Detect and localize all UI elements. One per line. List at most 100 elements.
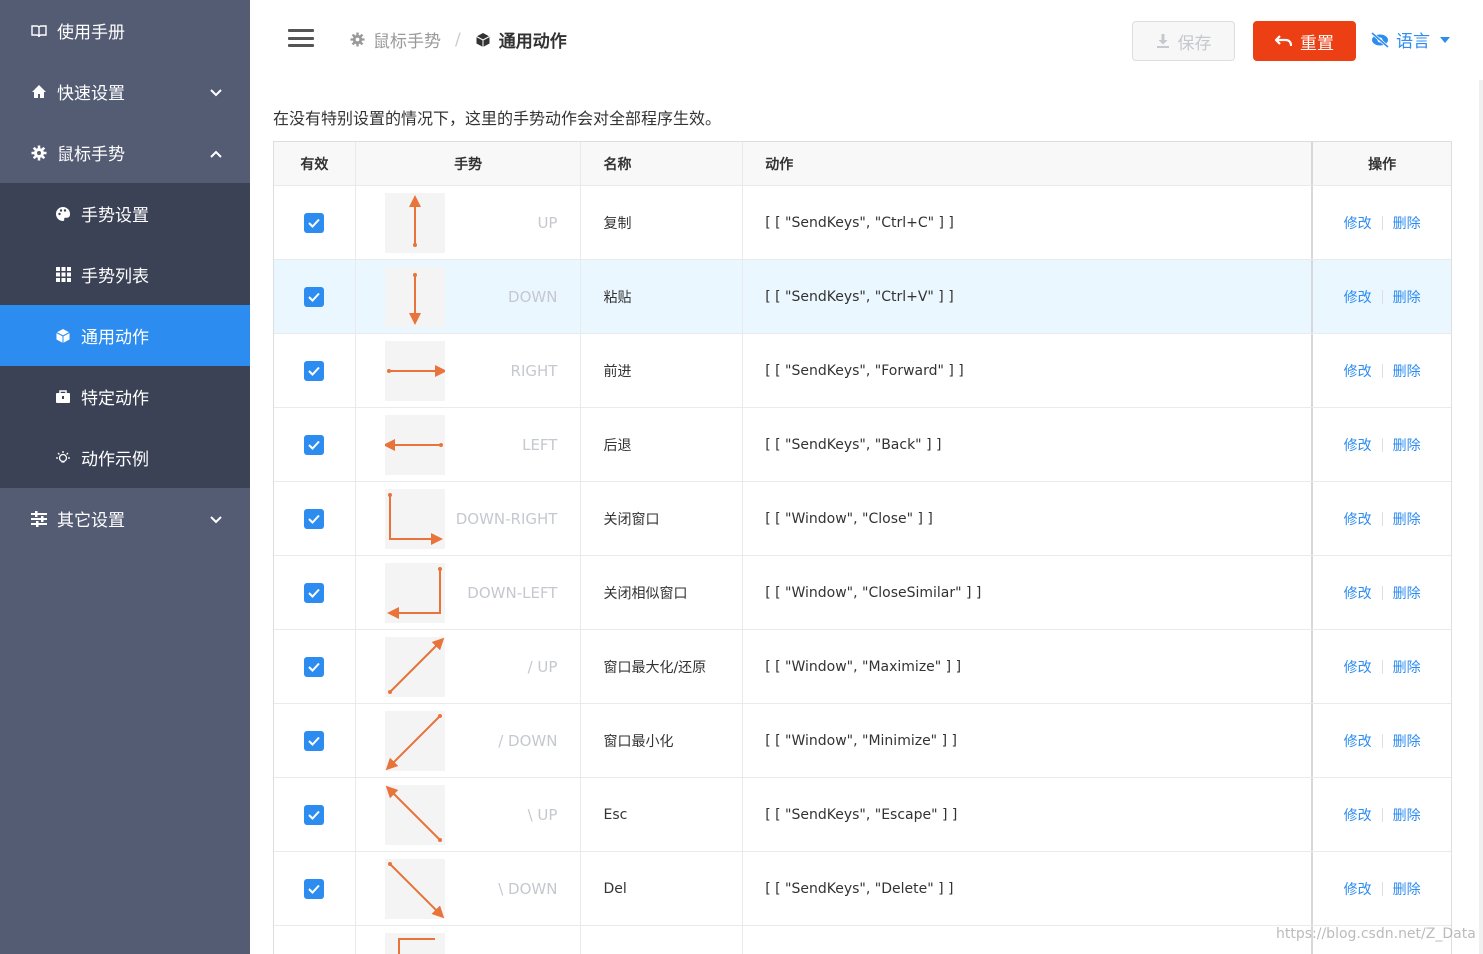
divider xyxy=(1381,585,1383,600)
delete-link[interactable]: 删除 xyxy=(1393,583,1421,603)
edit-link[interactable]: 修改 xyxy=(1344,657,1372,677)
sidebar-item-gesture-list[interactable]: 手势列表 xyxy=(0,244,250,305)
menu-mouse[interactable]: 鼠标手势 xyxy=(0,122,250,183)
enabled-cell xyxy=(274,556,356,629)
delete-link[interactable]: 删除 xyxy=(1393,879,1421,899)
delete-link[interactable]: 删除 xyxy=(1393,361,1421,381)
name-cell xyxy=(581,926,744,954)
action-cell: [ [ "SendKeys", "Forward" ] ] xyxy=(743,334,1314,407)
delete-link[interactable]: 删除 xyxy=(1393,509,1421,529)
divider xyxy=(1381,881,1383,896)
gesture-arrow-down-left-icon xyxy=(384,563,445,623)
scrollbar[interactable] xyxy=(1479,80,1483,954)
enabled-cell xyxy=(274,334,356,407)
content: 在没有特别设置的情况下，这里的手势动作会对全部程序生效。 有效 手势 名称 动作… xyxy=(250,80,1483,954)
edit-link[interactable]: 修改 xyxy=(1344,361,1372,381)
language-dropdown[interactable]: 语言 xyxy=(1370,27,1450,52)
table-row: / UP 窗口最大化/还原[ [ "Window", "Maximize" ] ]… xyxy=(274,630,1451,704)
sidebar-item-common-actions[interactable]: 通用动作 xyxy=(0,305,250,366)
edit-link[interactable]: 修改 xyxy=(1344,509,1372,529)
gesture-name: LEFT xyxy=(522,435,558,454)
name-cell: Del xyxy=(581,852,744,925)
gesture-name: / DOWN xyxy=(498,731,558,750)
divider xyxy=(1381,733,1383,748)
breadcrumb-separator: / xyxy=(455,29,461,50)
chevron-up-icon xyxy=(210,143,222,163)
delete-link[interactable]: 删除 xyxy=(1393,657,1421,677)
save-button[interactable]: 保存 xyxy=(1132,21,1235,61)
name-cell: 关闭相似窗口 xyxy=(581,556,744,629)
operation-cell: 修改 删除 xyxy=(1313,260,1451,333)
delete-link[interactable]: 删除 xyxy=(1393,731,1421,751)
delete-link[interactable]: 删除 xyxy=(1393,213,1421,233)
gesture-cell: \ DOWN xyxy=(356,852,582,925)
delete-link[interactable]: 删除 xyxy=(1393,805,1421,825)
enabled-checkbox[interactable] xyxy=(304,804,325,825)
action-cell: [ [ "Window", "Close" ] ] xyxy=(743,482,1314,555)
name-cell: 复制 xyxy=(581,186,744,259)
table-row: DOWN-RIGHT 关闭窗口[ [ "Window", "Close" ] ] 修… xyxy=(274,482,1451,556)
operation-cell: 修改 删除 xyxy=(1313,704,1451,777)
gesture-name: \ UP xyxy=(527,805,558,824)
menu-quick[interactable]: 快速设置 xyxy=(0,61,250,122)
col-action: 动作 xyxy=(743,142,1314,185)
menu-other[interactable]: 其它设置 xyxy=(0,488,250,549)
table-row: / DOWN 窗口最小化[ [ "Window", "Minimize" ] ] 修… xyxy=(274,704,1451,778)
enabled-checkbox[interactable] xyxy=(304,434,325,455)
gesture-name: DOWN-RIGHT xyxy=(455,509,558,528)
divider xyxy=(1381,289,1383,304)
gesture-arrow-right-icon xyxy=(384,341,447,401)
sliders-icon xyxy=(30,510,48,528)
actions-table: 有效 手势 名称 动作 操作 UP 复制[ [ "SendKeys", "Ctrl… xyxy=(273,141,1452,954)
gear-icon xyxy=(30,144,48,162)
menu-manual[interactable]: 使用手册 xyxy=(0,0,250,61)
cube-icon xyxy=(54,327,72,345)
sidebar-item-action-examples[interactable]: 动作示例 xyxy=(0,427,250,488)
gesture-name: RIGHT xyxy=(510,361,558,380)
edit-link[interactable]: 修改 xyxy=(1344,583,1372,603)
cube-icon xyxy=(475,32,491,48)
sidebar: 使用手册 快速设置 鼠标手势 手势设置 手势列表 通用动作 特定动作 动作示例 … xyxy=(0,0,250,954)
gesture-cell: LEFT xyxy=(356,408,582,481)
reset-button[interactable]: 重置 xyxy=(1253,21,1356,61)
gesture-cell: RIGHT xyxy=(356,334,582,407)
gesture-cell: DOWN-RIGHT xyxy=(356,482,582,555)
breadcrumb-item-mouse[interactable]: 鼠标手势 xyxy=(350,27,441,52)
sidebar-item-gesture-settings[interactable]: 手势设置 xyxy=(0,183,250,244)
edit-link[interactable]: 修改 xyxy=(1344,731,1372,751)
table-row: \ DOWN Del[ [ "SendKeys", "Delete" ] ] 修改 删… xyxy=(274,852,1451,926)
enabled-cell xyxy=(274,186,356,259)
operation-cell: 修改 删除 xyxy=(1313,186,1451,259)
enabled-checkbox[interactable] xyxy=(304,656,325,677)
table-row: UP 复制[ [ "SendKeys", "Ctrl+C" ] ] 修改 删除 xyxy=(274,186,1451,260)
edit-link[interactable]: 修改 xyxy=(1344,287,1372,307)
enabled-checkbox[interactable] xyxy=(304,582,325,603)
action-cell: [ [ "SendKeys", "Back" ] ] xyxy=(743,408,1314,481)
gesture-cell xyxy=(356,926,582,954)
edit-link[interactable]: 修改 xyxy=(1344,879,1372,899)
edit-link[interactable]: 修改 xyxy=(1344,435,1372,455)
enabled-checkbox[interactable] xyxy=(304,878,325,899)
name-cell: 后退 xyxy=(581,408,744,481)
gesture-arrow-bdiag-up-icon xyxy=(384,785,445,845)
enabled-checkbox[interactable] xyxy=(304,508,325,529)
edit-link[interactable]: 修改 xyxy=(1344,213,1372,233)
sidebar-item-specific-actions[interactable]: 特定动作 xyxy=(0,366,250,427)
delete-link[interactable]: 删除 xyxy=(1393,287,1421,307)
language-label: 语言 xyxy=(1396,32,1430,52)
watermark: https://blog.csdn.net/Z_Data xyxy=(1276,926,1476,942)
delete-link[interactable]: 删除 xyxy=(1393,435,1421,455)
hamburger-menu-icon[interactable] xyxy=(288,29,314,47)
menu-other-label: 其它设置 xyxy=(57,511,125,531)
edit-link[interactable]: 修改 xyxy=(1344,805,1372,825)
enabled-checkbox[interactable] xyxy=(304,286,325,307)
menu-manual-label: 使用手册 xyxy=(57,23,125,43)
menu-quick-label: 快速设置 xyxy=(57,84,125,104)
enabled-checkbox[interactable] xyxy=(304,212,325,233)
divider xyxy=(1381,659,1383,674)
action-cell: [ [ "Window", "Minimize" ] ] xyxy=(743,704,1314,777)
main: 鼠标手势 / 通用动作 保存 重置 语言 在没有特别设置的情况下，这里的手势动作… xyxy=(250,0,1483,954)
enabled-checkbox[interactable] xyxy=(304,730,325,751)
enabled-cell xyxy=(274,482,356,555)
enabled-checkbox[interactable] xyxy=(304,360,325,381)
